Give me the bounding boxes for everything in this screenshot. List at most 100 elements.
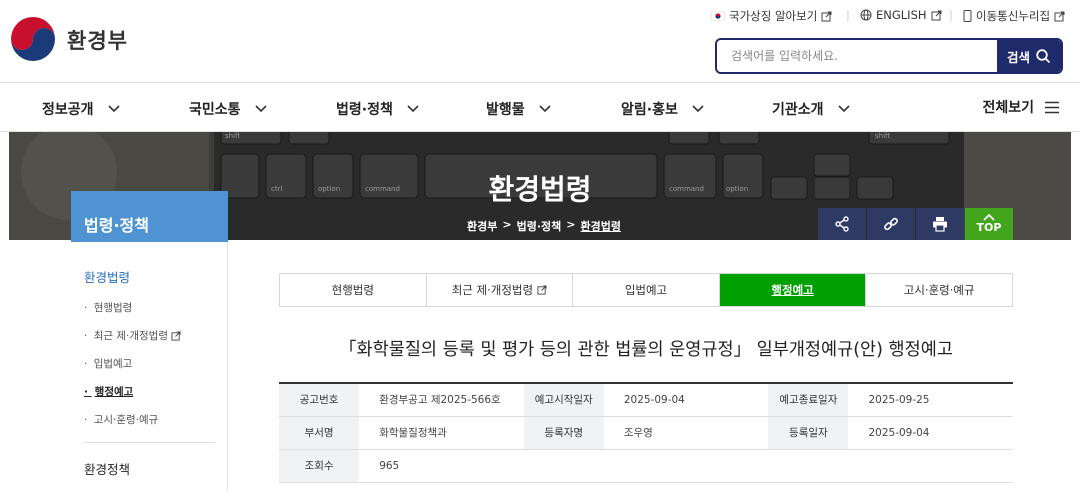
table-header-cell: 조회수 [279, 449, 360, 483]
tab-admin-notice[interactable]: 행정예고 [719, 274, 867, 306]
share-button[interactable] [818, 208, 866, 240]
tab-notices-rules[interactable]: 고시·훈령·예규 [866, 274, 1012, 306]
search-icon [1036, 48, 1051, 63]
tab-current-law[interactable]: 현행법령 [280, 274, 427, 306]
breadcrumb: 환경부 > 법령·정책 > 환경법령 [467, 218, 621, 234]
breadcrumb-separator: > [566, 218, 576, 231]
gnb-item-communication[interactable]: 국민소통 [189, 99, 267, 119]
chevron-down-icon [107, 105, 120, 113]
gnb-item-label: 기관소개 [772, 102, 824, 118]
table-header-cell: 공고번호 [279, 383, 360, 417]
tab-recent-law[interactable]: 최근 제·개정법령 [426, 274, 574, 306]
gnb-item-info[interactable]: 정보공개 [42, 99, 120, 119]
lnb-sub-item-notices-rules[interactable]: · 고시·훈령·예규 [84, 412, 158, 427]
search-button-label: 검색 [1006, 49, 1030, 65]
tab-label: 입법예고 [624, 283, 668, 297]
lnb-sub-item-legislation-notice[interactable]: · 입법예고 [84, 356, 132, 371]
external-link-icon [931, 10, 942, 20]
table-cell: 2025-09-04 [603, 383, 769, 417]
search-input[interactable] [717, 40, 997, 72]
lnb-sub-item-label: 행정예고 [94, 386, 134, 398]
table-row: 부서명 화학물질정책과 등록자명 조우영 등록일자 2025-09-04 [279, 416, 1013, 450]
lnb-sub-item-label: 최근 제·개정법령 [93, 330, 168, 342]
table-header-cell: 등록자명 [523, 416, 604, 450]
lnb-sub-item-current-law[interactable]: · 현행법령 [84, 300, 132, 315]
gnb-item-law-policy[interactable]: 법령·정책 [336, 99, 419, 119]
svg-text:shift: shift [875, 132, 890, 140]
lnb-sub-item-admin-notice[interactable]: · 행정예고 [84, 384, 133, 399]
util-link-english[interactable]: ENGLISH [860, 8, 942, 22]
util-separator: | [846, 8, 850, 22]
notice-info-table: 공고번호 환경부공고 제2025-566호 예고시작일자 2025-09-04 … [279, 382, 1013, 483]
print-icon [933, 217, 947, 232]
main-navigation: 정보공개 국민소통 법령·정책 발행물 알림·홍보 기관소개 전체보기 [0, 82, 1080, 132]
table-header-cell: 부서명 [279, 416, 360, 450]
lnb-sub-item-label: 현행법령 [93, 302, 133, 314]
globe-icon [860, 9, 872, 21]
side-navigation: 환경법령 · 현행법령 · 최근 제·개정법령 · 입법예고 · 행정예고 · … [71, 242, 228, 491]
government-logo[interactable] [10, 16, 56, 62]
share-icon [835, 216, 849, 232]
table-row: 공고번호 환경부공고 제2025-566호 예고시작일자 2025-09-04 … [279, 383, 1013, 417]
external-link-icon [1054, 11, 1065, 21]
view-all-menu-button[interactable]: 전체보기 [982, 97, 1060, 117]
gnb-item-label: 정보공개 [42, 102, 94, 118]
chevron-down-icon [692, 105, 704, 113]
table-cell: 965 [359, 449, 1013, 483]
gnb-item-about[interactable]: 기관소개 [772, 99, 850, 119]
lnb-category-env-law[interactable]: 환경법령 [84, 267, 130, 286]
util-link-label: ENGLISH [876, 8, 927, 22]
tab-label: 행정예고 [771, 283, 814, 297]
search-button[interactable]: 검색 [997, 40, 1061, 72]
lnb-sub-item-recent-law[interactable]: · 최근 제·개정법령 [84, 328, 181, 343]
lnb-divider [84, 442, 215, 443]
gnb-item-publications[interactable]: 발행물 [486, 99, 551, 119]
breadcrumb-law-policy[interactable]: 법령·정책 [517, 218, 562, 234]
external-link-icon [171, 330, 181, 341]
site-header: 환경부 국가상징 알아보기 | ENGLISH | 이동통신누리집 검색 [0, 0, 1080, 82]
gnb-item-label: 법령·정책 [336, 102, 393, 118]
top-button[interactable]: TOP [965, 208, 1013, 240]
lnb-category-env-policy[interactable]: 환경정책 [84, 459, 130, 478]
lnb-sub-item-label: 입법예고 [93, 358, 133, 370]
lnb-title: 법령·정책 [71, 191, 228, 242]
table-cell: 2025-09-25 [848, 383, 1013, 417]
table-header-cell: 예고시작일자 [523, 383, 604, 417]
breadcrumb-home[interactable]: 환경부 [467, 218, 497, 234]
breadcrumb-separator: > [502, 218, 512, 231]
util-separator: | [949, 8, 953, 22]
util-link-national-symbol[interactable]: 국가상징 알아보기 [711, 8, 832, 24]
table-header-cell: 예고종료일자 [768, 383, 849, 417]
chevron-down-icon [407, 105, 419, 113]
tab-legislation-notice[interactable]: 입법예고 [573, 274, 720, 306]
chevron-down-icon [539, 105, 551, 113]
external-link-icon [821, 11, 832, 21]
tab-label: 고시·훈령·예규 [903, 283, 975, 297]
chevron-down-icon [254, 105, 267, 113]
util-link-label: 국가상징 알아보기 [729, 9, 818, 23]
table-header-cell: 등록일자 [768, 416, 849, 450]
content-tabs: 현행법령 최근 제·개정법령 입법예고 행정예고 고시·훈령·예규 [279, 273, 1013, 307]
lnb-sub-item-label: 고시·훈령·예규 [93, 414, 159, 426]
gnb-item-news[interactable]: 알림·홍보 [621, 99, 704, 119]
table-row: 조회수 965 [279, 449, 1013, 483]
util-link-mobile[interactable]: 이동통신누리집 [963, 8, 1065, 24]
print-button[interactable] [916, 208, 964, 240]
logo-text[interactable]: 환경부 [67, 25, 128, 55]
gnb-item-label: 발행물 [486, 102, 525, 118]
gnb-item-label: 알림·홍보 [621, 102, 678, 118]
link-icon [884, 217, 898, 231]
arrow-up-icon [983, 214, 995, 221]
chevron-down-icon [837, 105, 850, 113]
external-link-icon [537, 285, 547, 295]
svg-text:shift: shift [225, 132, 240, 140]
top-button-label: TOP [976, 221, 1002, 234]
table-cell: 조우영 [603, 416, 769, 450]
search-box: 검색 [715, 38, 1063, 74]
breadcrumb-current[interactable]: 환경법령 [580, 218, 620, 234]
tab-label: 현행법령 [331, 283, 374, 297]
mobile-icon [963, 10, 972, 22]
table-cell: 환경부공고 제2025-566호 [359, 383, 524, 417]
flag-icon [711, 11, 725, 21]
copy-link-button[interactable] [867, 208, 915, 240]
